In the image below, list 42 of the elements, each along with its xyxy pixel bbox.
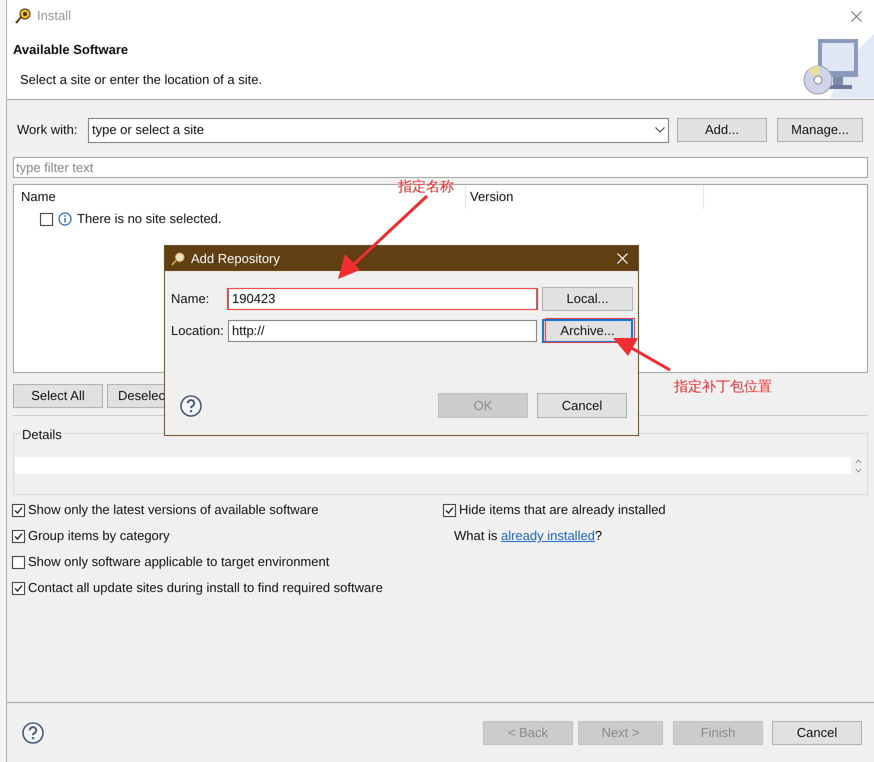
close-icon[interactable]: [851, 10, 862, 22]
checkbox[interactable]: [443, 504, 456, 516]
manage-button[interactable]: Manage...: [777, 118, 863, 142]
option-label[interactable]: Show only software applicable to target environment: [28, 552, 330, 572]
annotation-label: 指定补丁包位置: [674, 377, 772, 396]
field-label: Name:: [171, 290, 210, 308]
browse-button[interactable]: Archive...: [542, 318, 633, 342]
checkbox[interactable]: [12, 504, 25, 516]
checkbox[interactable]: [12, 530, 25, 542]
page-title: Available Software: [13, 41, 130, 59]
column-header[interactable]: Version: [466, 185, 704, 209]
dialog-title: Add Repository: [191, 250, 280, 268]
select-all-button[interactable]: Select All: [13, 384, 103, 408]
help-icon[interactable]: [22, 722, 44, 744]
option-label[interactable]: Show only the latest versions of available software: [28, 500, 318, 520]
option-label[interactable]: Hide items that are already installed: [459, 500, 666, 520]
option-label[interactable]: Contact all update sites during install to find required software: [28, 578, 383, 598]
browse-button[interactable]: Local...: [542, 286, 633, 310]
installed-note: What is already installed?: [454, 527, 602, 546]
field-label: Location:: [171, 322, 225, 340]
window-title: Install: [37, 7, 71, 26]
table-cell-text: There is no site selected.: [77, 210, 222, 228]
app-icon: [15, 8, 31, 24]
wizard-button[interactable]: Cancel: [772, 720, 862, 744]
info-icon: [58, 212, 72, 226]
add-button[interactable]: Add...: [677, 118, 767, 142]
filter-field[interactable]: type filter text: [13, 157, 868, 178]
text-field[interactable]: http://: [228, 320, 537, 342]
site-combo-box[interactable]: type or select a site: [88, 118, 669, 142]
chevron-down-icon[interactable]: [655, 127, 665, 133]
annotation-arrow: [613, 338, 671, 372]
checkbox[interactable]: [12, 582, 25, 594]
app-icon: [171, 252, 185, 266]
page-subtitle: Select a site or enter the location of a site.: [19, 70, 262, 88]
option-label[interactable]: Group items by category: [28, 526, 170, 546]
help-icon[interactable]: [180, 394, 202, 416]
text-field[interactable]: 190423: [228, 288, 537, 310]
dialog-button[interactable]: Cancel: [537, 393, 627, 418]
checkbox[interactable]: [40, 212, 53, 226]
already-installed-link[interactable]: already installed: [500, 528, 595, 544]
work-with-label: Work with:: [17, 121, 78, 140]
checkbox[interactable]: [12, 556, 25, 568]
